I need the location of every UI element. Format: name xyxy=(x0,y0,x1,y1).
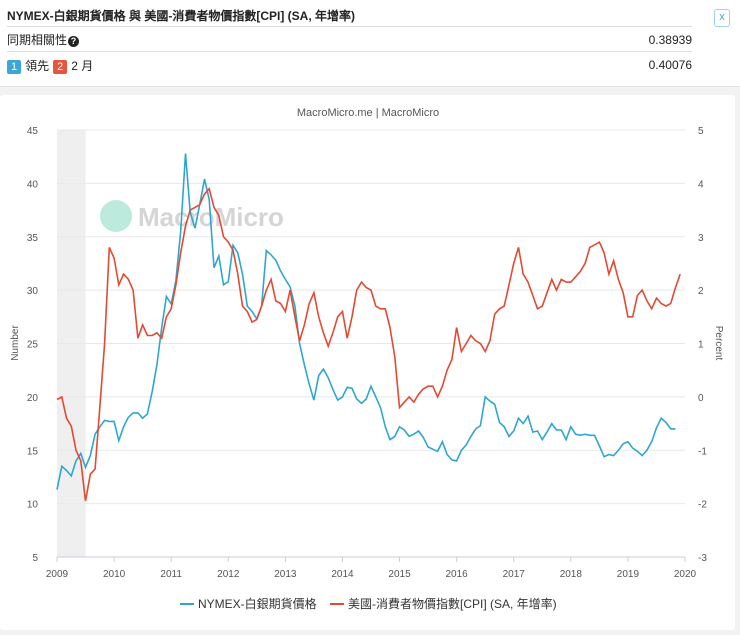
y2-tick-label: 1 xyxy=(698,340,704,351)
y2-axis-label: Percent xyxy=(713,326,724,361)
x-tick-label: 2014 xyxy=(331,569,354,580)
y2-tick-label: -2 xyxy=(698,500,707,511)
x-tick-label: 2009 xyxy=(46,569,69,580)
y-tick-label: 5 xyxy=(32,553,38,564)
x-tick-label: 2020 xyxy=(674,569,697,580)
y-tick-label: 20 xyxy=(27,393,39,404)
watermark-logo-icon xyxy=(100,200,132,232)
x-tick-label: 2016 xyxy=(446,569,469,580)
y2-tick-label: -1 xyxy=(698,446,707,457)
x-tick-label: 2013 xyxy=(274,569,297,580)
y2-tick-label: 2 xyxy=(698,286,704,297)
y2-tick-label: 3 xyxy=(698,233,704,244)
chart-title: MacroMicro.me | MacroMicro xyxy=(297,107,439,119)
x-tick-label: 2019 xyxy=(617,569,640,580)
y-axis-label: Number xyxy=(10,325,21,361)
x-tick-label: 2010 xyxy=(103,569,126,580)
y2-tick-label: 4 xyxy=(698,179,704,190)
y2-tick-label: 0 xyxy=(698,393,704,404)
x-tick-label: 2011 xyxy=(160,569,182,580)
legend-label-2: 美國-消費者物價指數[CPI] (SA, 年增率) xyxy=(348,596,557,611)
y-tick-label: 15 xyxy=(27,446,39,457)
legend-label-1: NYMEX-白銀期貨價格 xyxy=(198,596,317,611)
y-tick-label: 35 xyxy=(27,233,39,244)
series-line-2 xyxy=(56,187,681,502)
y2-tick-label: -3 xyxy=(698,553,707,564)
x-tick-label: 2017 xyxy=(503,569,526,580)
y-tick-label: 25 xyxy=(27,340,39,351)
line-chart: MacroMicro.me | MacroMicro51015202530354… xyxy=(10,107,724,611)
x-tick-label: 2018 xyxy=(560,569,583,580)
y-tick-label: 40 xyxy=(27,179,39,190)
x-tick-label: 2012 xyxy=(217,569,240,580)
y-tick-label: 10 xyxy=(27,500,39,511)
y-tick-label: 30 xyxy=(27,286,39,297)
y-tick-label: 45 xyxy=(27,126,39,137)
y2-tick-label: 5 xyxy=(698,126,704,137)
x-tick-label: 2015 xyxy=(388,569,411,580)
